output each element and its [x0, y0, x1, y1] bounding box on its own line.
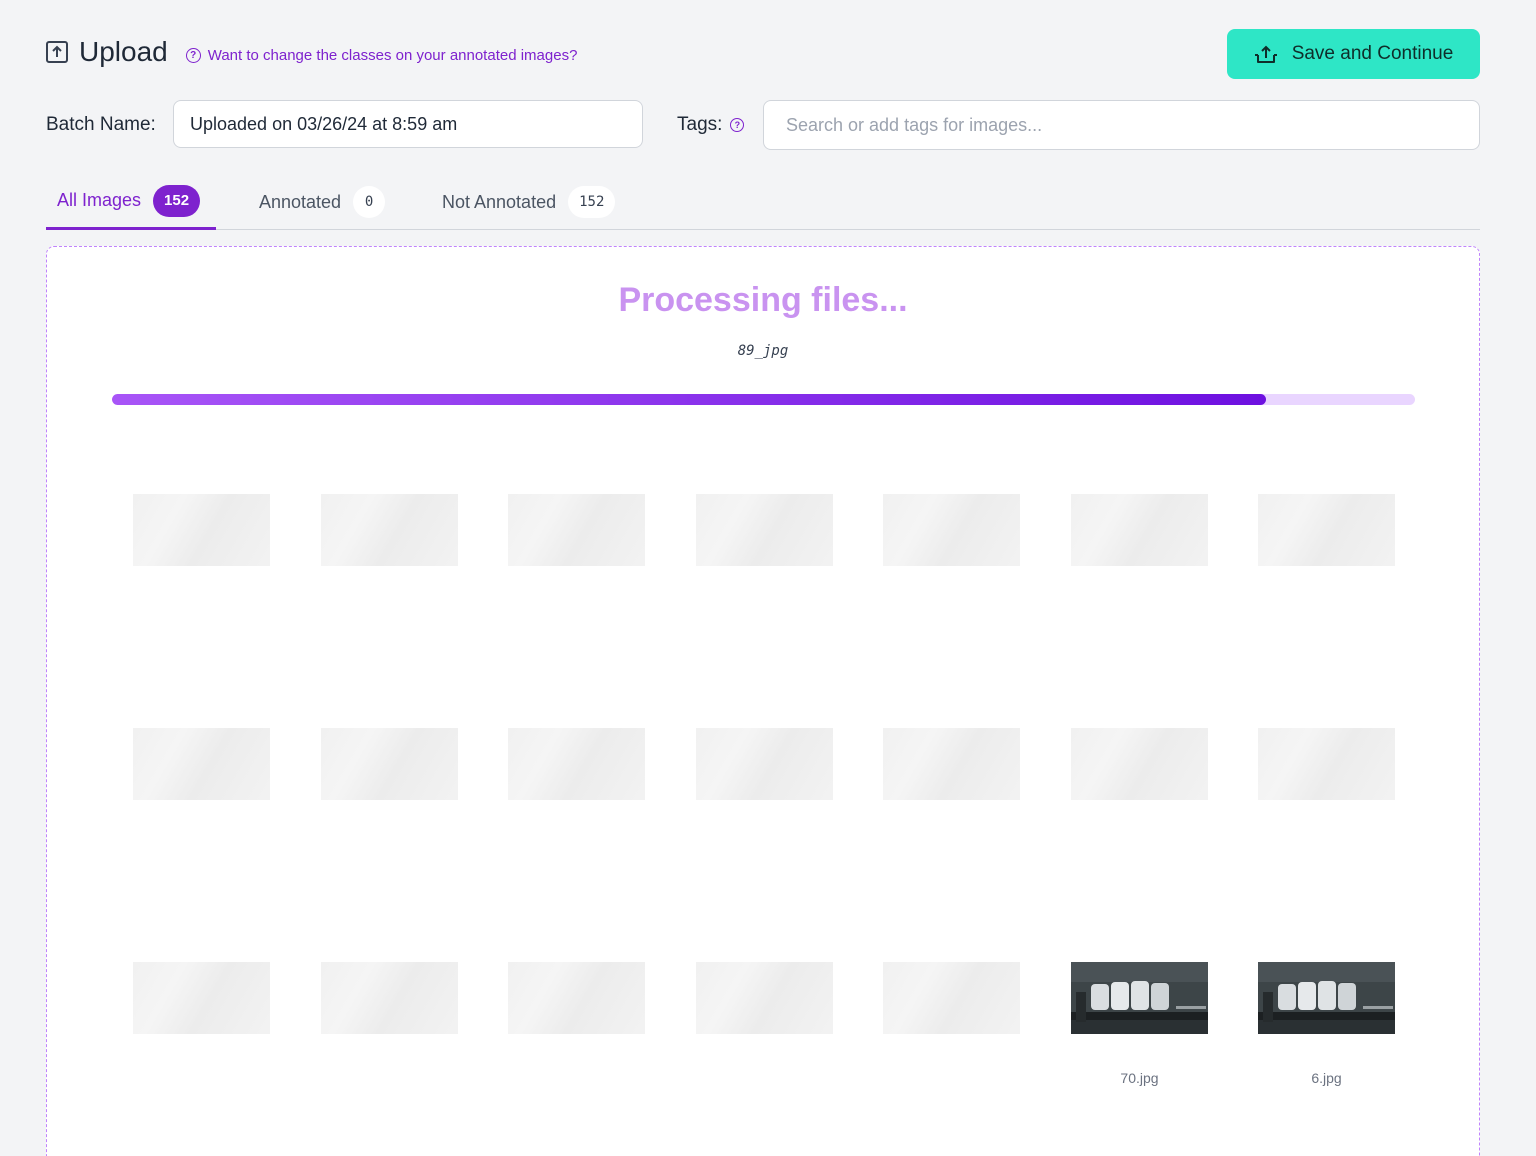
- image-thumbnail-card[interactable]: [321, 494, 458, 602]
- image-thumbnail-card[interactable]: [1258, 494, 1395, 602]
- image-thumbnail: [133, 962, 270, 1034]
- image-thumbnail: [321, 962, 458, 1034]
- image-thumbnail: [696, 494, 833, 566]
- image-thumbnail-card[interactable]: [133, 494, 270, 602]
- batch-name-input[interactable]: [173, 100, 643, 148]
- save-button-label: Save and Continue: [1291, 43, 1454, 64]
- image-thumbnail-card[interactable]: [696, 494, 833, 602]
- tab-annotated[interactable]: Annotated 0: [259, 182, 386, 230]
- tags-label-text: Tags:: [677, 114, 723, 135]
- image-thumbnail-card[interactable]: [321, 728, 458, 836]
- image-thumbnail-card[interactable]: [696, 728, 833, 836]
- image-thumbnail-card[interactable]: [1071, 728, 1208, 836]
- image-thumbnail: [508, 494, 645, 566]
- batch-name-label: Batch Name:: [46, 114, 156, 135]
- image-thumbnail: [1258, 728, 1395, 800]
- upload-icon: [46, 41, 68, 63]
- progress-fill: [112, 394, 1267, 405]
- image-thumbnail: [883, 494, 1020, 566]
- image-thumbnail-card[interactable]: [1071, 494, 1208, 602]
- image-thumbnail: [321, 728, 458, 800]
- save-and-continue-button[interactable]: Save and Continue: [1227, 29, 1480, 79]
- cloud-upload-icon: [1254, 45, 1277, 63]
- image-thumbnail-card[interactable]: [508, 728, 645, 836]
- processing-progress-bar: [112, 394, 1415, 405]
- image-thumbnail: [508, 962, 645, 1034]
- tab-label: All Images: [57, 190, 142, 210]
- question-circle-icon: ?: [185, 47, 201, 63]
- image-thumbnail-card[interactable]: [696, 962, 833, 1070]
- image-thumbnail: [1258, 494, 1395, 566]
- image-thumbnail: [133, 728, 270, 800]
- tags-label: Tags: ?: [677, 114, 745, 136]
- tab-all-images[interactable]: All Images 152: [46, 182, 216, 230]
- image-thumbnail-card[interactable]: [508, 962, 645, 1070]
- image-thumbnail-card[interactable]: 6.jpg: [1258, 962, 1395, 1086]
- processing-title: Processing files...: [618, 281, 908, 319]
- processing-current-file: 89_jpg: [737, 343, 789, 359]
- image-thumbnail-card[interactable]: [321, 962, 458, 1070]
- help-link-label: Want to change the classes on your annot…: [207, 46, 578, 64]
- image-thumbnail-card[interactable]: [1258, 728, 1395, 836]
- page-title: Upload: [79, 36, 168, 67]
- image-thumbnail: [1071, 728, 1208, 800]
- change-classes-help-link[interactable]: ? Want to change the classes on your ann…: [185, 46, 578, 64]
- image-thumbnail: [508, 728, 645, 800]
- image-thumbnail: [321, 494, 458, 566]
- image-thumbnail-card[interactable]: [883, 962, 1020, 1070]
- tab-not-annotated[interactable]: Not Annotated 152: [442, 182, 616, 230]
- image-thumbnail: [696, 962, 833, 1034]
- tab-count-badge: 152: [153, 184, 201, 217]
- tab-label: Annotated: [259, 191, 342, 212]
- image-thumbnail: [883, 962, 1020, 1034]
- image-thumbnail: [883, 728, 1020, 800]
- image-filename: 70.jpg: [1120, 1070, 1159, 1086]
- image-thumbnail-card[interactable]: 70.jpg: [1071, 962, 1208, 1086]
- image-thumbnail: [1071, 494, 1208, 566]
- upload-dropzone[interactable]: Processing files... 89_jpg 70.jpg 6.jpg: [46, 246, 1480, 1156]
- image-filename: 6.jpg: [1311, 1070, 1342, 1086]
- tab-count-badge: 0: [353, 186, 386, 218]
- question-circle-icon[interactable]: ?: [730, 118, 745, 132]
- tags-search-input[interactable]: [763, 100, 1480, 150]
- image-thumbnail-card[interactable]: [133, 728, 270, 836]
- image-thumbnail: [133, 494, 270, 566]
- image-thumbnail-card[interactable]: [133, 962, 270, 1070]
- tab-label: Not Annotated: [442, 191, 557, 212]
- image-thumbnail-card[interactable]: [883, 728, 1020, 836]
- image-thumbnail-card[interactable]: [883, 494, 1020, 602]
- image-filter-tabs: All Images 152 Annotated 0 Not Annotated…: [46, 182, 1480, 230]
- image-thumbnail: [696, 728, 833, 800]
- image-thumbnail: [1258, 962, 1395, 1034]
- page-header: Upload ? Want to change the classes on y…: [46, 36, 577, 68]
- image-thumbnail: [1071, 962, 1208, 1034]
- tab-count-badge: 152: [568, 186, 616, 218]
- image-thumbnail-card[interactable]: [508, 494, 645, 602]
